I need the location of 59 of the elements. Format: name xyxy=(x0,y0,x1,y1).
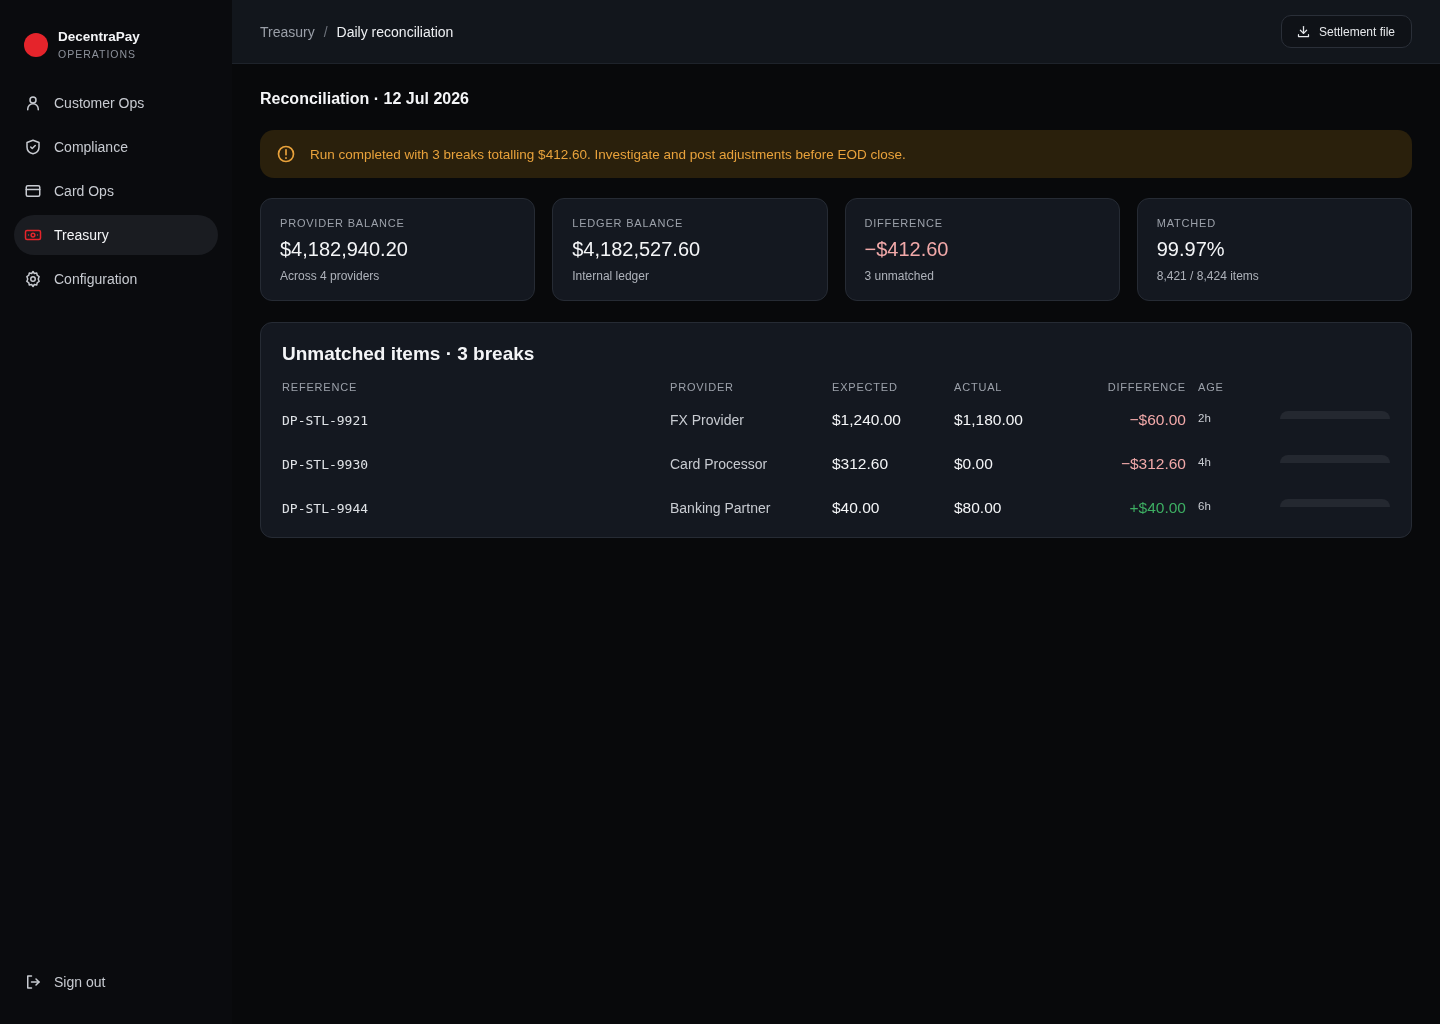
nav-item[interactable]: Configuration xyxy=(14,259,218,299)
reference-cell: DP-STL-9944 xyxy=(282,500,369,516)
settlement-file-button[interactable]: Settlement file xyxy=(1280,15,1412,48)
expected-cell: $312.60 xyxy=(832,455,889,473)
age-cell-text: 4h xyxy=(1197,456,1211,468)
brand-subtitle: OPERATIONS xyxy=(58,47,138,61)
column-header: ACTUAL xyxy=(954,380,1003,394)
nav-item[interactable]: Customer Ops xyxy=(14,83,218,123)
actual-cell: $1,180.00 xyxy=(954,411,1023,429)
stat-label: PROVIDER BALANCE xyxy=(280,216,405,230)
reference-cell: DP-STL-9930 xyxy=(282,456,369,472)
stat-label: DIFFERENCE xyxy=(864,216,943,230)
stat-value: 99.97% xyxy=(1156,237,1225,262)
age-cell-text: 6h xyxy=(1197,500,1211,512)
reference-cell: DP-STL-9921 xyxy=(282,412,369,428)
provider-cell: Card Processor xyxy=(670,456,768,472)
breadcrumb-separator: / xyxy=(323,23,328,40)
shield-check-icon xyxy=(24,138,42,156)
download-icon xyxy=(1295,24,1311,39)
stat-value: −$412.60 xyxy=(864,237,949,262)
table-title: Unmatched items · 3 breaks xyxy=(282,342,536,366)
column-header: REFERENCE xyxy=(282,380,358,394)
sign-out-link[interactable]: Sign out xyxy=(14,962,218,1002)
column-header: AGE xyxy=(1197,380,1224,394)
stat-label: MATCHED xyxy=(1156,216,1216,230)
stat-value: $4,182,527.60 xyxy=(572,237,701,262)
alert-message: Run completed with 3 breaks totalling $412.60. Investigate and post adjustments before EOD close. xyxy=(310,146,906,162)
settings-icon xyxy=(24,270,42,288)
person-icon xyxy=(24,94,42,112)
actual-cell: $0.00 xyxy=(954,455,993,473)
difference-cell: +$40.00 xyxy=(1129,499,1186,517)
stat-note: Across 4 providers xyxy=(280,268,380,284)
stat-note: 8,421 / 8,424 items xyxy=(1156,268,1259,284)
nav-item[interactable]: Treasury xyxy=(14,215,218,255)
nav-item[interactable]: Compliance xyxy=(14,127,218,167)
breadcrumb-current: Daily reconciliation xyxy=(336,23,454,40)
stat-value: $4,182,940.20 xyxy=(280,237,408,262)
provider-cell: Banking Partner xyxy=(670,500,771,516)
expected-cell: $40.00 xyxy=(832,499,880,517)
provider-cell: FX Provider xyxy=(670,412,744,428)
page-title: Reconciliation · 12 Jul 2026 xyxy=(260,89,470,109)
column-header: DIFFERENCE xyxy=(1107,380,1186,394)
column-header: PROVIDER xyxy=(670,380,734,394)
column-header: EXPECTED xyxy=(832,380,898,394)
stat-label: LEDGER BALANCE xyxy=(572,216,684,230)
sign-out-icon xyxy=(24,973,42,991)
difference-cell: −$60.00 xyxy=(1129,411,1186,429)
nav-item[interactable]: Card Ops xyxy=(14,171,218,211)
card-icon xyxy=(24,182,42,200)
alert-icon xyxy=(276,144,296,164)
brand-name: DecentraPay xyxy=(58,28,140,45)
difference-cell: −$312.60 xyxy=(1120,455,1186,473)
stat-note: 3 unmatched xyxy=(864,268,934,284)
stat-note: Internal ledger xyxy=(572,268,649,284)
breadcrumb-link[interactable]: Treasury xyxy=(260,23,315,40)
expected-cell: $1,240.00 xyxy=(832,411,901,429)
logo-dot-icon xyxy=(24,32,48,57)
actual-cell: $80.00 xyxy=(954,499,1002,517)
age-cell-text: 2h xyxy=(1197,412,1211,424)
